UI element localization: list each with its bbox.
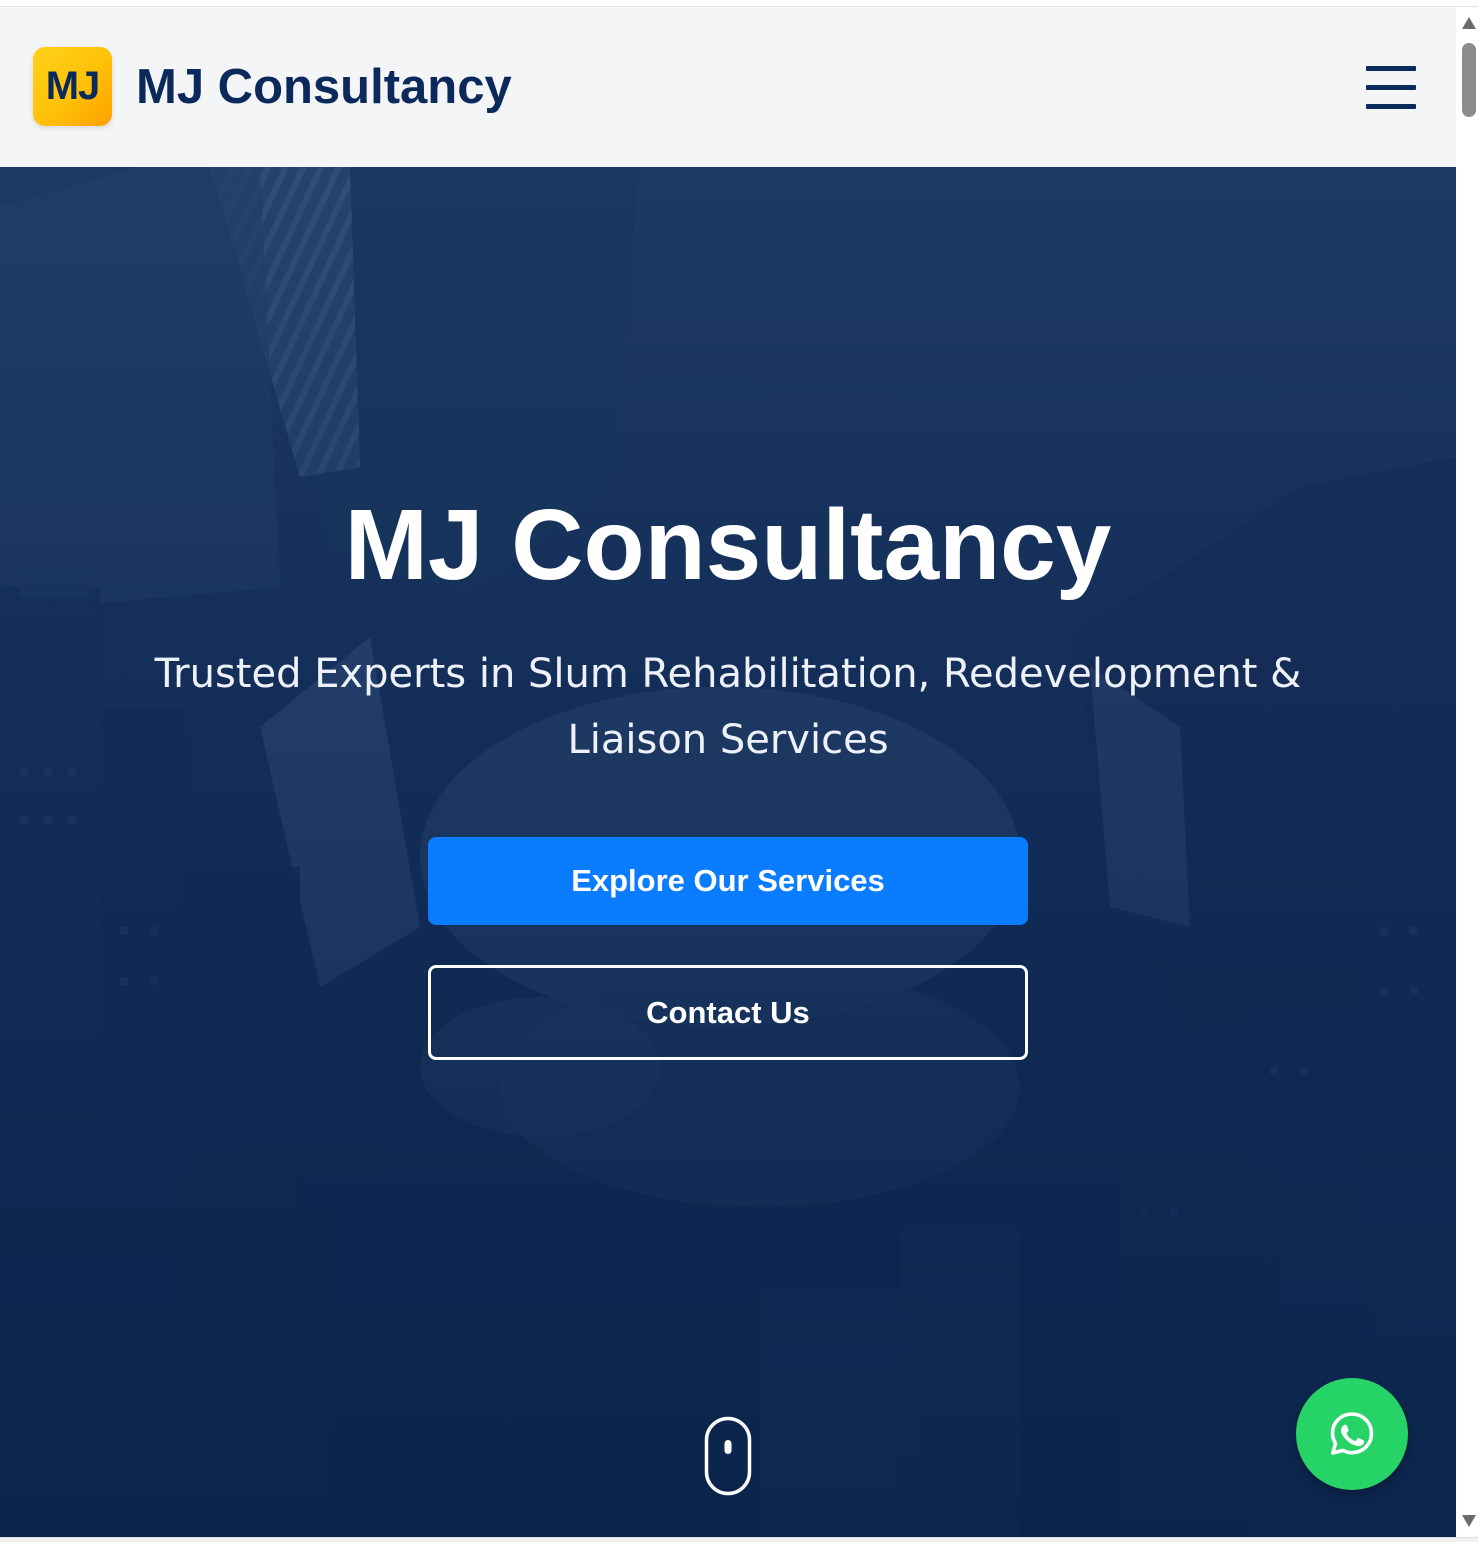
scrollbar-thumb[interactable] [1462,43,1476,117]
hamburger-menu-icon[interactable] [1364,65,1418,109]
explore-services-button[interactable]: Explore Our Services [428,837,1028,925]
scroll-down-arrow-icon[interactable] [1462,1515,1476,1527]
hero-section: MJ Consultancy Trusted Experts in Slum R… [0,167,1456,1537]
whatsapp-icon [1330,1412,1374,1455]
scroll-up-arrow-icon[interactable] [1462,17,1476,29]
logo-text: MJ [45,64,101,108]
mouse-scroll-icon[interactable] [704,1416,752,1496]
page: MJ MJ Consultancy MJ Consultancy Trusted… [0,0,1478,1542]
page-scrollbar[interactable] [1456,7,1478,1537]
brand-name[interactable]: MJ Consultancy [136,59,512,115]
browser-top-edge [0,0,1478,7]
contact-us-button[interactable]: Contact Us [428,965,1028,1060]
hero-subtitle: Trusted Experts in Slum Rehabilitation, … [154,651,1302,763]
site-header: MJ MJ Consultancy [0,7,1456,167]
browser-bottom-edge [0,1537,1478,1542]
whatsapp-button[interactable] [1296,1378,1408,1490]
hero-title: MJ Consultancy [344,489,1112,601]
logo-badge[interactable]: MJ [33,47,112,126]
